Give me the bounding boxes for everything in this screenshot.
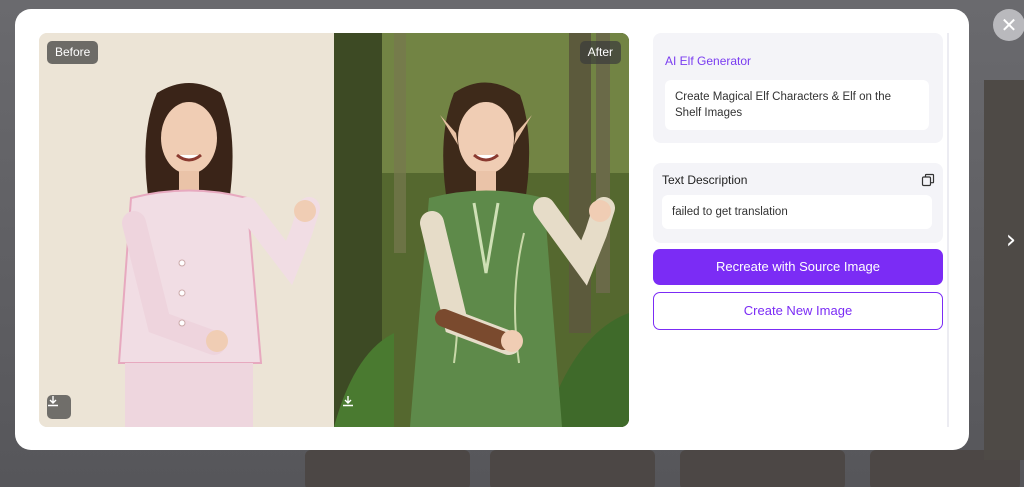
after-image: After <box>334 33 629 427</box>
text-description-title: Text Description <box>662 173 748 187</box>
panel-scrollbar[interactable] <box>947 33 949 427</box>
after-photo-illustration <box>334 33 629 427</box>
recreate-with-source-button[interactable]: Recreate with Source Image <box>653 249 943 285</box>
next-button[interactable]: › <box>1000 225 1022 255</box>
background-thumbnail <box>680 450 845 487</box>
chevron-right-icon: › <box>1005 225 1017 255</box>
close-icon: ✕ <box>1000 13 1018 37</box>
download-icon <box>48 396 58 407</box>
copy-icon[interactable] <box>921 173 935 187</box>
before-image: Before <box>39 33 334 427</box>
generator-card: AI Elf Generator Create Magical Elf Char… <box>653 33 943 143</box>
generator-title[interactable]: AI Elf Generator <box>665 54 751 68</box>
before-after-comparison[interactable]: Before After <box>39 33 629 427</box>
before-label: Before <box>47 41 99 64</box>
after-label: After <box>579 41 621 64</box>
text-description-value: failed to get translation <box>662 195 932 229</box>
generator-subtitle: Create Magical Elf Characters & Elf on t… <box>665 80 929 130</box>
background-side-image <box>984 80 1024 460</box>
before-photo-illustration <box>39 33 334 427</box>
create-new-image-button[interactable]: Create New Image <box>653 292 943 330</box>
details-panel: AI Elf Generator Create Magical Elf Char… <box>653 33 949 427</box>
download-before-button[interactable] <box>47 395 71 419</box>
download-after-button[interactable] <box>342 395 366 419</box>
download-icon <box>343 396 353 407</box>
image-detail-modal: Before After AI Elf Generator Create Mag… <box>15 9 969 450</box>
close-button[interactable]: ✕ <box>993 9 1024 41</box>
background-thumbnail <box>490 450 655 487</box>
background-thumbnail <box>305 450 470 487</box>
